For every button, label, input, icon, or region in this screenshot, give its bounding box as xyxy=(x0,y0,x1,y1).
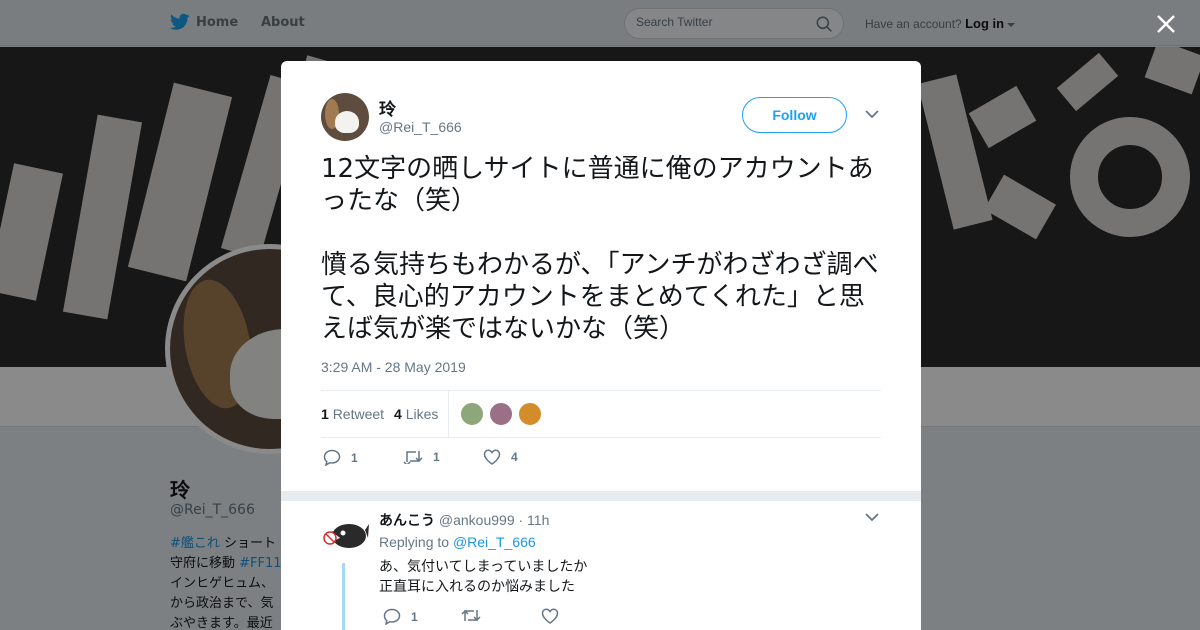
retweet-icon xyxy=(403,451,423,464)
reply-author-name: あんこう xyxy=(379,512,435,528)
tweet-stats: 1 Retweet 4 Likes xyxy=(321,390,881,438)
reply-icon xyxy=(323,449,341,466)
reply-author[interactable]: あんこう @ankou999 · 11h xyxy=(379,510,549,530)
author-handle[interactable]: @Rei_T_666 xyxy=(379,119,462,135)
tweet-actions: 1 1 4 xyxy=(321,449,621,469)
stats-divider xyxy=(448,391,449,438)
reply-age: · 11h xyxy=(518,512,550,528)
follow-button[interactable]: Follow xyxy=(742,97,847,133)
like-action-count: 4 xyxy=(511,450,518,464)
reply-icon xyxy=(383,608,401,625)
heart-icon xyxy=(541,608,559,624)
tweet-modal: 玲 @Rei_T_666 Follow 12文字の晒しサイトに普通に俺のアカウン… xyxy=(281,61,921,630)
tweet-text: 12文字の晒しサイトに普通に俺のアカウントあったな（笑） 憤る気持ちもわかるが、… xyxy=(321,154,879,344)
liker-avatar[interactable] xyxy=(489,402,513,426)
reply-reply-count: 1 xyxy=(411,609,418,624)
like-button[interactable]: 4 xyxy=(483,449,518,465)
replying-to-link[interactable]: @Rei_T_666 xyxy=(453,534,536,550)
chevron-down-icon[interactable] xyxy=(865,512,879,522)
retweet-count: 1 xyxy=(321,406,329,422)
author-avatar[interactable] xyxy=(321,93,369,141)
liker-avatar[interactable] xyxy=(460,402,484,426)
reply-like-button[interactable] xyxy=(541,608,559,624)
tweet-timestamp[interactable]: 3:29 AM - 28 May 2019 xyxy=(321,359,466,375)
chevron-down-icon[interactable] xyxy=(865,109,879,119)
reply-retweet-button[interactable] xyxy=(461,608,481,623)
reply-reply-button[interactable]: 1 xyxy=(383,608,418,625)
reply-count: 1 xyxy=(351,450,358,465)
like-count: 4 xyxy=(394,406,402,422)
reply-actions: 1 xyxy=(379,608,629,628)
reply-author-handle: @ankou999 xyxy=(438,512,515,528)
close-icon[interactable] xyxy=(1155,13,1177,35)
replying-to: Replying to @Rei_T_666 xyxy=(379,534,536,550)
reply-author-avatar[interactable] xyxy=(321,518,369,552)
section-divider xyxy=(281,491,921,501)
retweet-button[interactable]: 1 xyxy=(403,449,440,464)
like-stat[interactable]: 4 Likes xyxy=(394,406,438,422)
retweet-icon xyxy=(461,609,481,622)
replying-to-label: Replying to xyxy=(379,534,450,550)
heart-icon xyxy=(483,449,501,465)
retweet-stat-label: Retweet xyxy=(332,406,385,422)
liker-avatar[interactable] xyxy=(518,402,542,426)
retweet-stat[interactable]: 1 Retweet xyxy=(321,406,384,422)
like-stat-label: Likes xyxy=(405,406,439,422)
reply-text: あ、気付いてしまっていましたか 正直耳に入れるのか悩みました xyxy=(379,559,588,595)
author-name[interactable]: 玲 xyxy=(379,95,396,120)
reply-button[interactable]: 1 xyxy=(323,449,358,466)
retweet-action-count: 1 xyxy=(433,449,440,464)
thread-line xyxy=(342,563,345,630)
